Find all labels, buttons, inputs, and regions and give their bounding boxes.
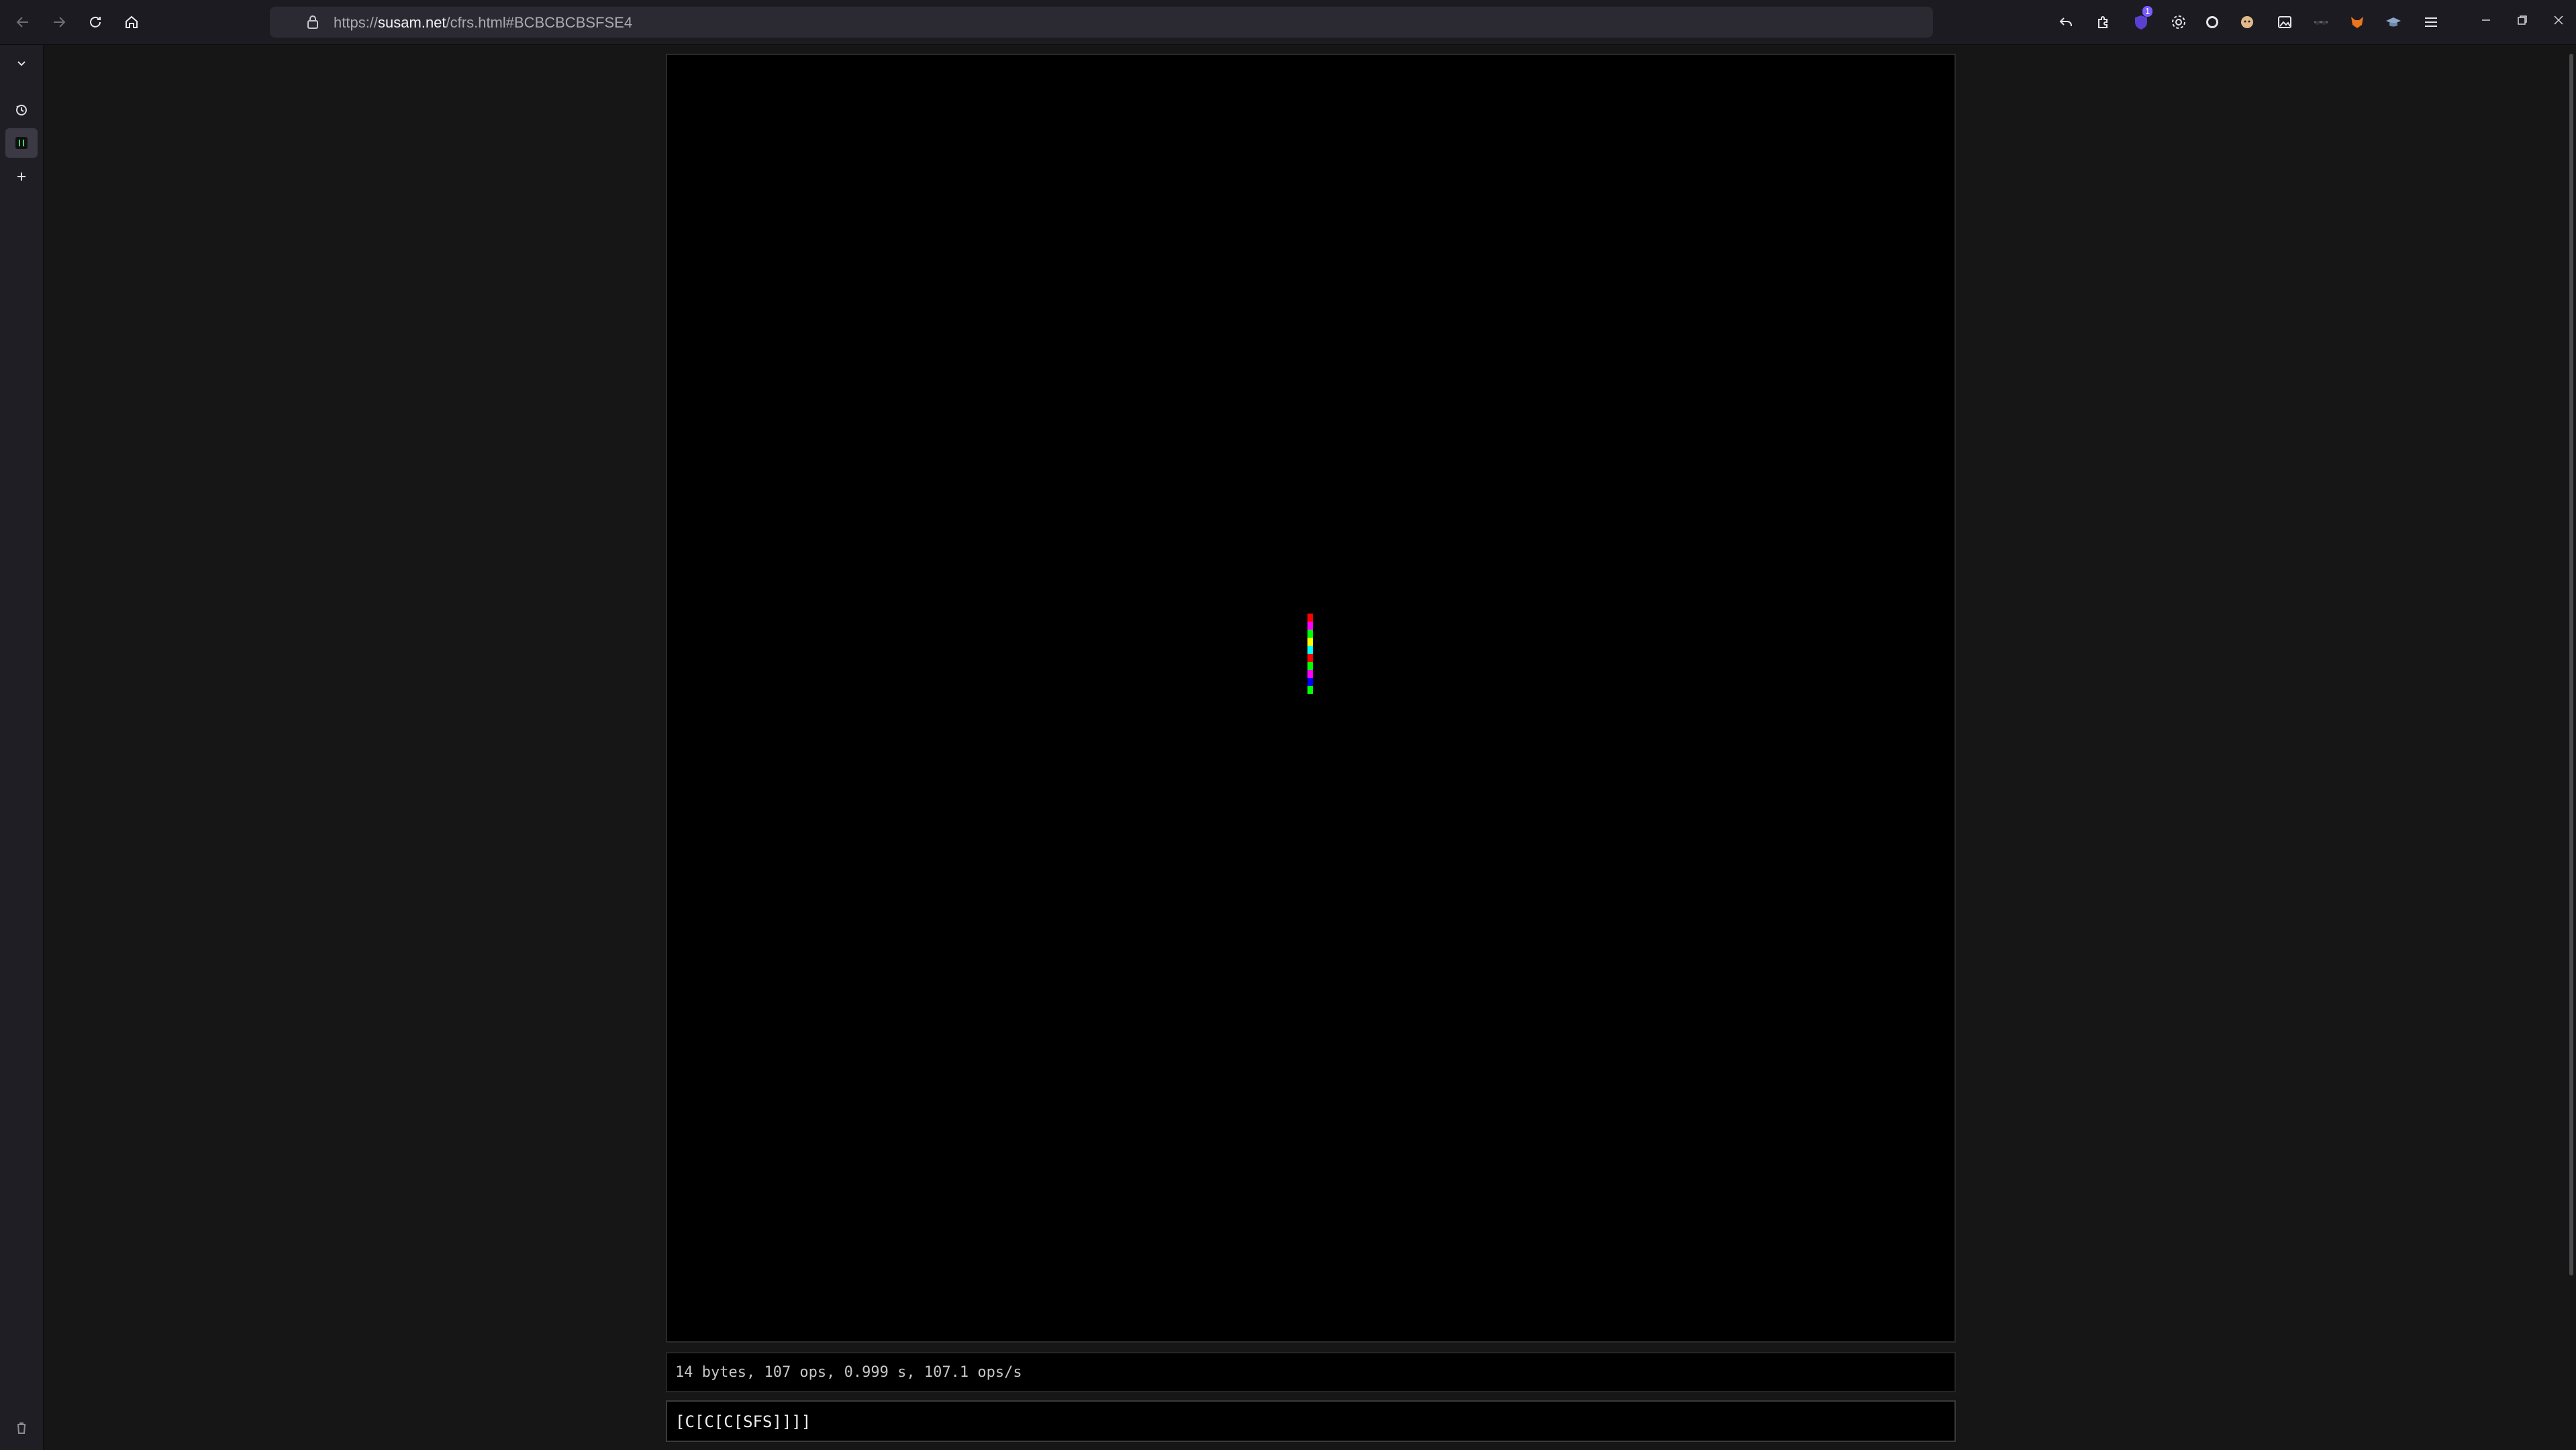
undo-close-button[interactable]: [2054, 10, 2078, 34]
line-segment: [1307, 630, 1313, 638]
extensions-button[interactable]: [2091, 10, 2116, 34]
drawing-canvas[interactable]: [666, 54, 1956, 1343]
status-output: 14 bytes, 107 ops, 0.999 s, 107.1 ops/s: [666, 1352, 1956, 1392]
line-segment: [1307, 662, 1313, 670]
extension-face-button[interactable]: [2235, 10, 2259, 34]
url-text[interactable]: https://susam.net/cfrs.html#BCBCBCBSFSE4: [334, 14, 632, 32]
url-host: susam.net: [378, 14, 446, 31]
gear-icon: [2172, 15, 2185, 29]
sidebar: [0, 45, 44, 1450]
sidebar-collapse-button[interactable]: [5, 49, 38, 79]
home-button[interactable]: [118, 9, 145, 36]
line-segment: [1307, 678, 1313, 686]
extension-gear-button[interactable]: [2167, 10, 2191, 34]
plus-icon: [17, 173, 26, 181]
sidebar-trash-button[interactable]: [5, 1414, 38, 1441]
reload-icon: [90, 16, 101, 28]
home-icon: [126, 15, 138, 28]
sidebar-item-history[interactable]: [5, 95, 38, 124]
url-prefix: https://: [334, 14, 379, 31]
restore-button[interactable]: [2508, 7, 2537, 34]
line-segment: [1307, 614, 1313, 622]
chevron-down-icon: [17, 61, 26, 66]
extension-circle-button[interactable]: [2200, 10, 2224, 34]
extension-glasses-button[interactable]: [2309, 10, 2333, 34]
line-segment: [1307, 686, 1313, 694]
puzzle-icon: [2098, 16, 2108, 28]
sidebar-add-button[interactable]: [5, 162, 38, 191]
url-path: /cfrs.html#BCBCBCBSFSE4: [446, 14, 633, 31]
arrow-left-icon: [16, 17, 28, 28]
extension-image-button[interactable]: [2273, 10, 2297, 34]
line-segment: [1307, 638, 1313, 646]
page-favicon-icon: [15, 137, 28, 149]
code-input[interactable]: [C[C[C[SFS]]]]: [666, 1400, 1956, 1442]
image-icon: [2278, 16, 2291, 28]
dark-circle-icon: [2206, 16, 2218, 28]
close-window-button[interactable]: [2544, 7, 2573, 34]
line-segment: [1307, 654, 1313, 662]
glasses-icon: [2314, 21, 2328, 25]
scrollbar-thumb[interactable]: [2569, 54, 2573, 1275]
undo-icon: [2059, 17, 2072, 26]
sidebar-item-active-tab[interactable]: [5, 128, 38, 158]
minimize-icon: [2482, 19, 2490, 21]
extension-cap-button[interactable]: [2381, 10, 2406, 34]
minimize-button[interactable]: [2471, 7, 2501, 34]
browser-toolbar: https://susam.net/cfrs.html#BCBCBCBSFSE4…: [0, 0, 2576, 45]
line-segment: [1307, 670, 1313, 678]
back-button[interactable]: [9, 9, 36, 36]
graduation-cap-icon: [2386, 17, 2401, 27]
fox-icon: [2351, 17, 2363, 28]
address-bar[interactable]: https://susam.net/cfrs.html#BCBCBCBSFSE4: [270, 7, 1933, 38]
forward-button[interactable]: [46, 9, 72, 36]
reload-button[interactable]: [82, 9, 109, 36]
line-segment: [1307, 622, 1313, 630]
extension-fox-button[interactable]: [2345, 10, 2369, 34]
hamburger-menu-icon: [2425, 17, 2437, 27]
extension-badge-button[interactable]: 1: [2129, 6, 2153, 34]
turtle-drawing: [1307, 614, 1313, 694]
lock-icon: [307, 15, 318, 29]
notification-badge: 1: [2142, 6, 2153, 17]
app-menu-button[interactable]: [2419, 10, 2443, 34]
close-icon: [2554, 15, 2563, 25]
face-icon: [2241, 16, 2253, 28]
line-segment: [1307, 646, 1313, 654]
history-icon: [16, 105, 27, 115]
trash-icon: [17, 1422, 26, 1434]
arrow-right-icon: [54, 17, 66, 28]
restore-icon: [2518, 15, 2527, 25]
